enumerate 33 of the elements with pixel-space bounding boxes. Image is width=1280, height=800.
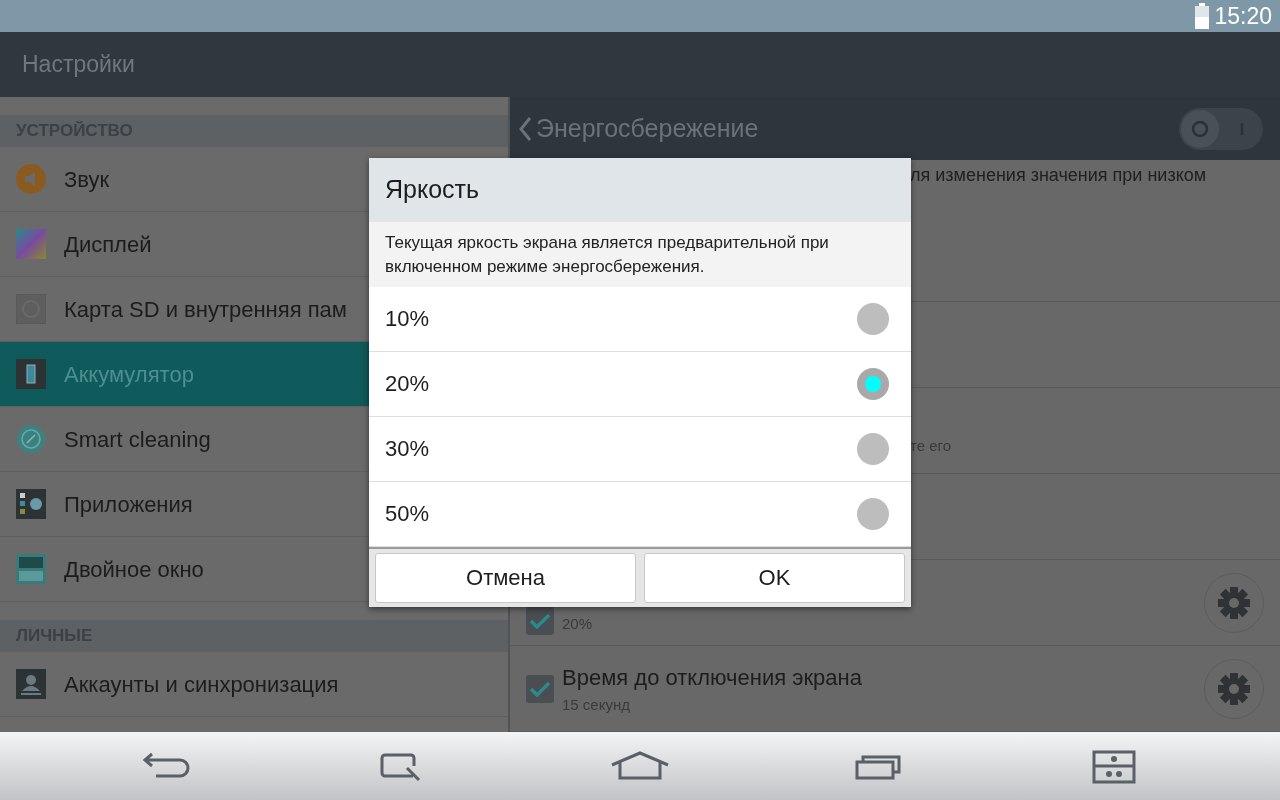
checkbox[interactable] <box>526 674 554 703</box>
dialog-title: Яркость <box>369 158 911 222</box>
checkmark-icon <box>529 680 551 697</box>
screen-title: Энергосбережение <box>536 112 759 144</box>
battery-icon <box>1194 3 1211 29</box>
checkbox[interactable] <box>526 606 554 635</box>
account-icon <box>16 669 46 699</box>
gear-icon <box>1216 584 1252 621</box>
radio-button[interactable] <box>857 432 889 465</box>
cancel-button[interactable]: Отмена <box>375 552 636 603</box>
apps-grid-icon <box>16 489 46 519</box>
settings-menu-item[interactable]: Аккаунты и синхронизация <box>0 652 508 717</box>
sound-icon <box>16 164 46 194</box>
text-fragment: ля изменения значения при низком <box>910 164 1207 187</box>
radio-button[interactable] <box>857 497 889 530</box>
ok-button[interactable]: OK <box>644 552 905 603</box>
percent-circle-icon <box>16 424 46 454</box>
clock-time: 15:20 <box>1214 1 1272 31</box>
radio-button[interactable] <box>857 302 889 335</box>
radio-button[interactable] <box>857 367 889 400</box>
color-spectrum-icon <box>16 229 46 259</box>
checkmark-icon <box>529 612 551 629</box>
back-chevron-icon[interactable] <box>518 115 532 142</box>
setting-title: Время до отключения экрана <box>562 663 863 692</box>
dialog-message: Текущая яркость экрана является предварительной при включенном режиме энергосбережения. <box>369 222 911 287</box>
dual-window-icon <box>16 554 46 584</box>
app-title: Настройки <box>22 50 135 80</box>
brightness-option[interactable]: 30% <box>369 416 911 482</box>
brightness-option[interactable]: 10% <box>369 286 911 352</box>
gear-icon <box>1216 670 1252 707</box>
brightness-option[interactable]: 20% <box>369 351 911 417</box>
battery-icon <box>16 359 46 389</box>
brightness-option[interactable]: 50% <box>369 481 911 547</box>
